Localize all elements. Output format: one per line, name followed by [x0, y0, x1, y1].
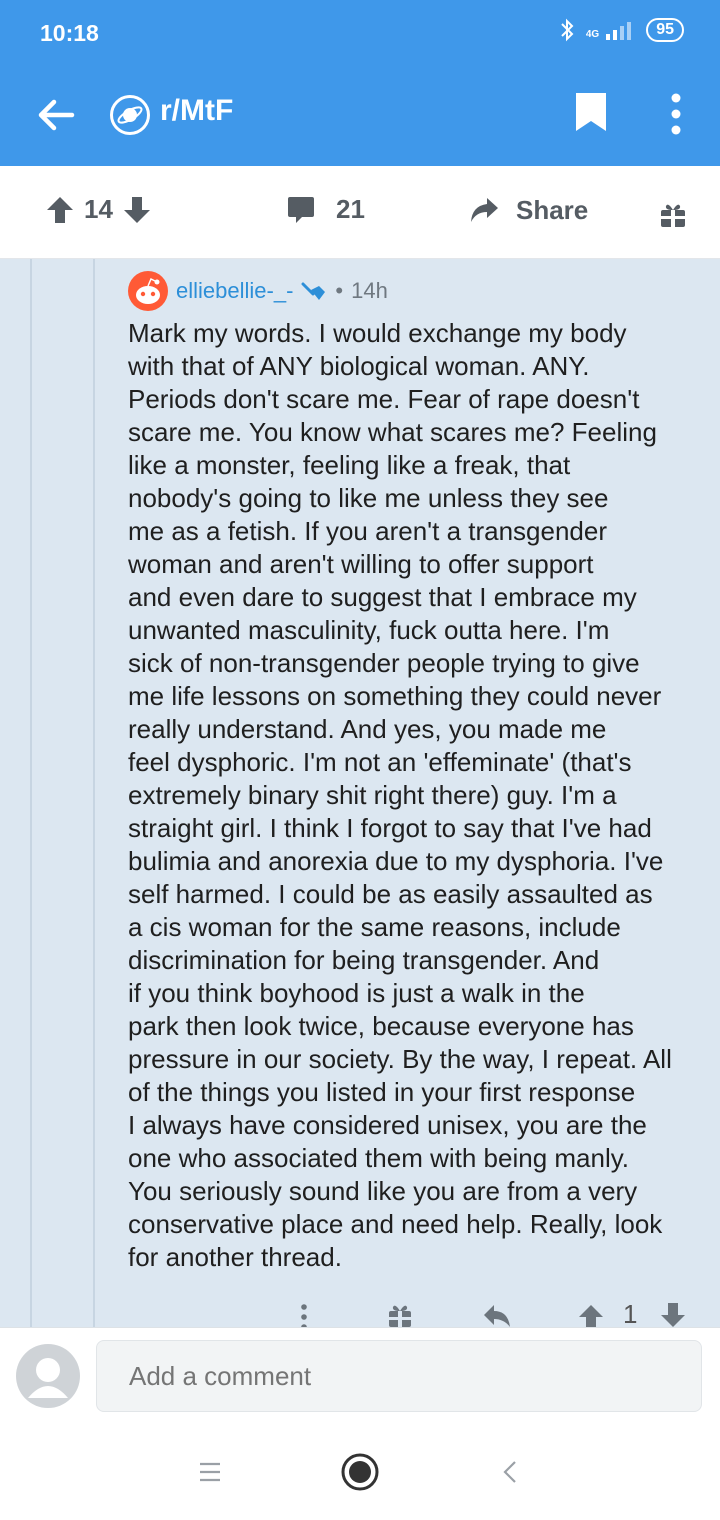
comment-upvote-icon[interactable]	[578, 1303, 604, 1327]
network-indicator: 4G	[586, 20, 634, 40]
back-arrow-icon[interactable]	[34, 93, 78, 137]
share-button[interactable]: Share	[468, 194, 588, 226]
vote-group: 14	[46, 194, 151, 225]
status-bar: 10:18 4G 95	[0, 0, 720, 68]
more-options-icon[interactable]	[664, 92, 688, 136]
comment-header: elliebellie-_- • 14h	[128, 271, 388, 311]
thread-line[interactable]	[93, 259, 95, 1327]
share-label: Share	[516, 194, 589, 225]
post-upvote-count: 14	[84, 194, 113, 224]
upvote-icon[interactable]	[46, 195, 74, 225]
battery-indicator: 95	[646, 18, 684, 42]
downvote-icon[interactable]	[123, 195, 151, 225]
home-icon[interactable]	[340, 1452, 380, 1492]
subreddit-icon	[110, 95, 150, 135]
bookmark-icon[interactable]	[574, 91, 608, 133]
snoo-icon	[136, 277, 160, 304]
planet-icon	[117, 106, 143, 124]
comment-award-icon[interactable]	[388, 1303, 412, 1327]
comment-thread: elliebellie-_- • 14h Mark my words. I wo…	[0, 259, 720, 1327]
status-time: 10:18	[40, 20, 99, 46]
comment-count: 21	[336, 194, 365, 224]
signal-icon	[606, 22, 632, 40]
system-navigation-bar	[0, 1424, 720, 1520]
comment-icon	[288, 196, 314, 223]
comment-author[interactable]: elliebellie-_-	[176, 278, 293, 304]
status-icons: 4G 95	[560, 18, 684, 42]
menu-icon[interactable]	[198, 1462, 222, 1482]
comment-age: 14h	[351, 278, 388, 303]
app-bar: r/MtF	[0, 68, 720, 166]
share-icon	[471, 198, 498, 222]
comment-composer	[0, 1327, 720, 1425]
user-silhouette-icon	[28, 1358, 68, 1398]
subreddit-name[interactable]: r/MtF	[160, 94, 233, 128]
comment-vote-count: 1	[623, 1299, 638, 1327]
post-action-bar: 14 21 Share	[0, 166, 720, 259]
comment-more-icon[interactable]	[298, 1303, 310, 1327]
comments-button[interactable]: 21	[286, 194, 365, 225]
comment-action-bar: 1	[0, 1299, 720, 1327]
award-gift-icon[interactable]	[660, 202, 686, 228]
back-nav-icon[interactable]	[502, 1460, 518, 1484]
network-type: 4G	[585, 29, 600, 40]
bluetooth-icon	[561, 18, 574, 42]
user-avatar[interactable]	[16, 1344, 80, 1408]
comment-downvote-icon[interactable]	[660, 1303, 686, 1327]
avatar[interactable]	[128, 271, 168, 311]
moderator-shovel-icon	[301, 282, 326, 300]
add-comment-input[interactable]	[96, 1340, 702, 1412]
reply-icon[interactable]	[482, 1303, 512, 1327]
thread-line[interactable]	[30, 259, 32, 1327]
comment-body: Mark my words. I would exchange my body …	[128, 318, 672, 1272]
bullet-separator: •	[335, 278, 344, 303]
